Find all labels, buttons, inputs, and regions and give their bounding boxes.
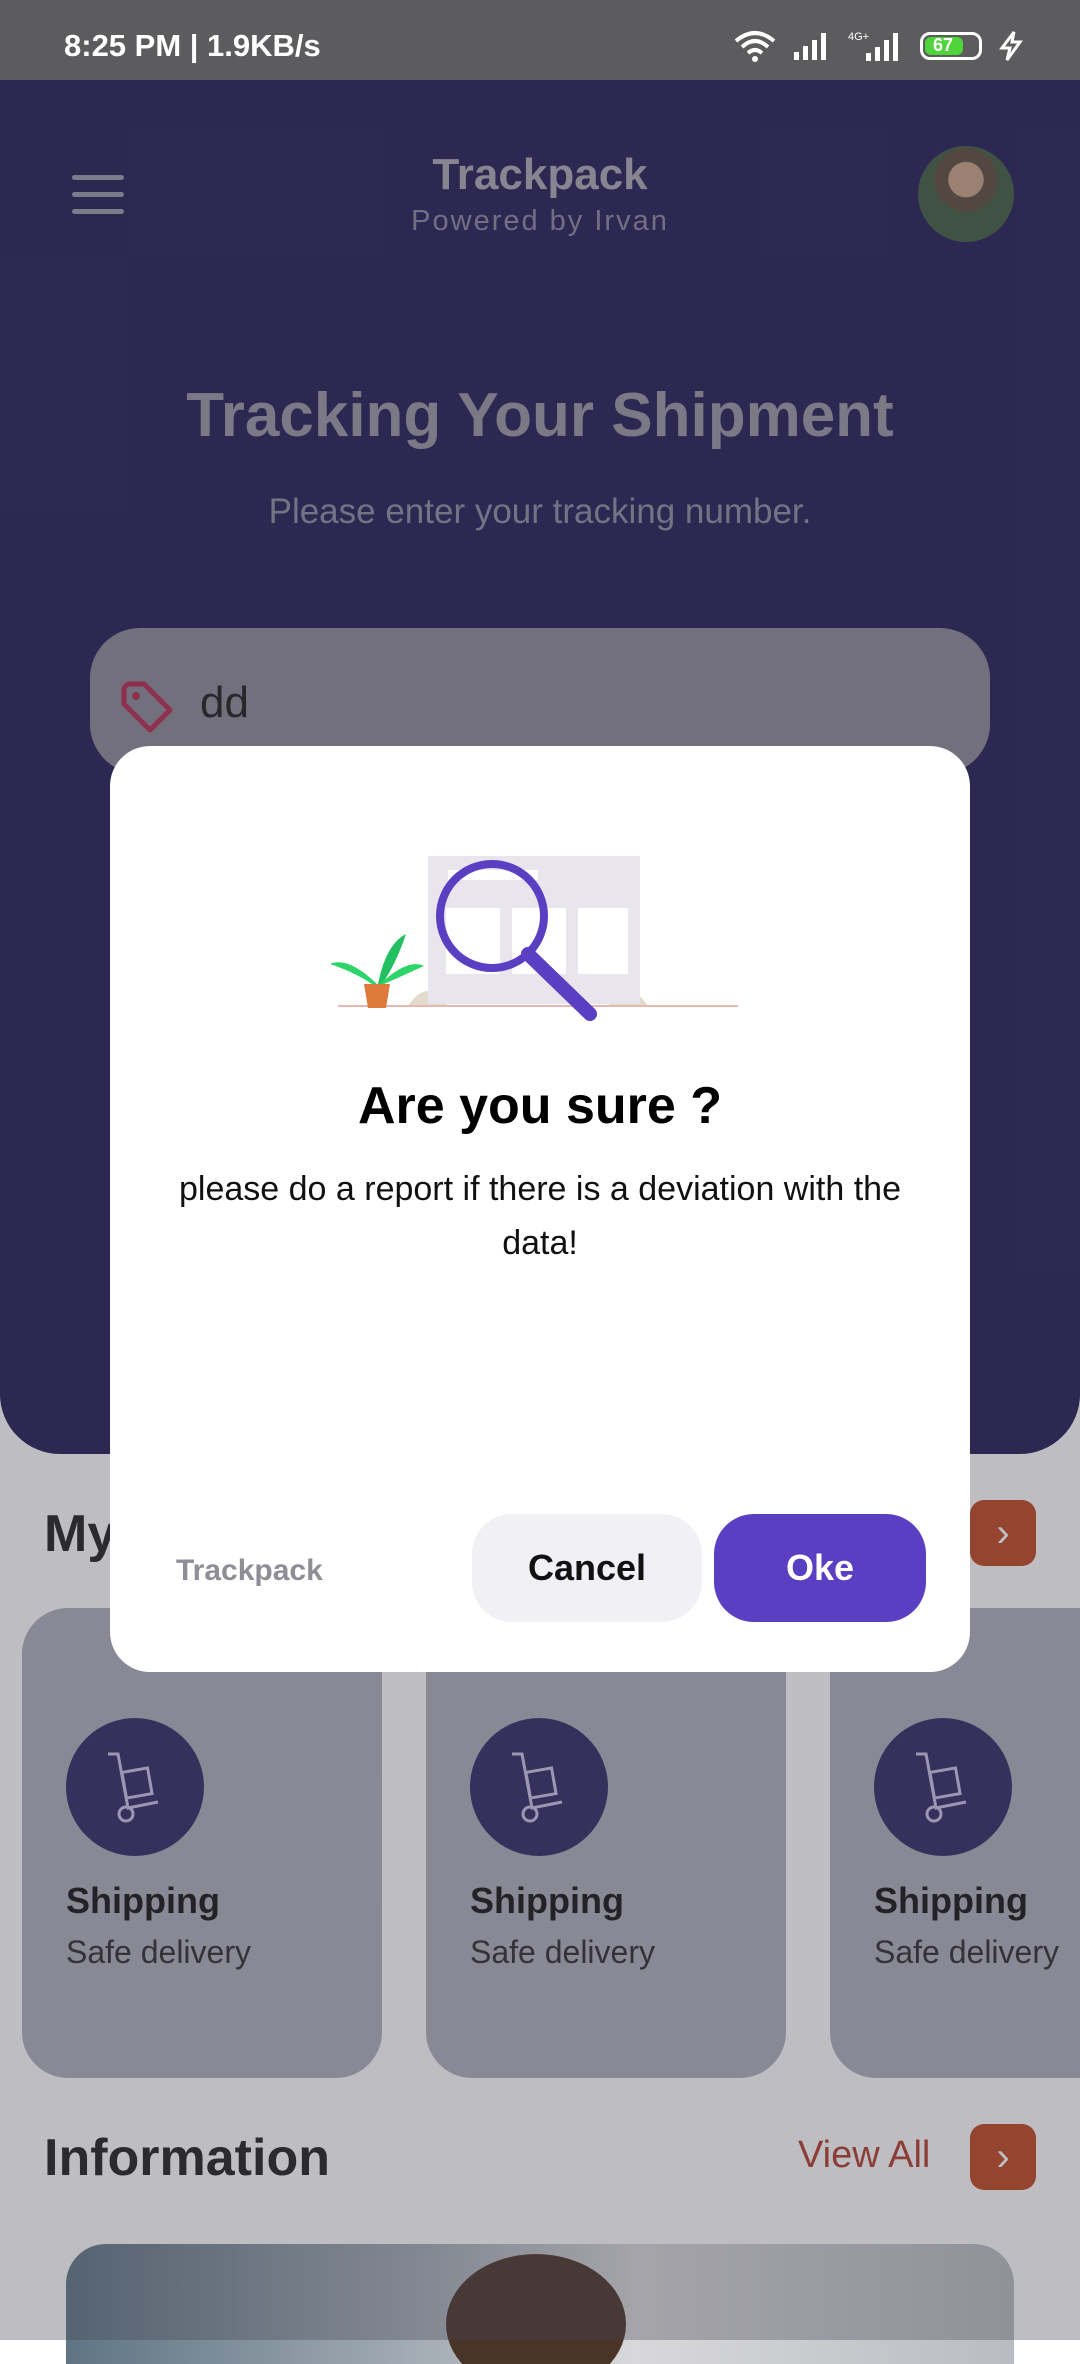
wifi-icon	[734, 31, 776, 62]
status-icons: 4G+ 67	[732, 26, 1026, 66]
signal-4g-icon: 4G+	[848, 31, 898, 61]
battery-icon: 67	[920, 32, 982, 60]
dialog-brand: Trackpack	[176, 1554, 323, 1587]
dialog-title: Are you sure ?	[357, 1077, 723, 1135]
status-bar: 8:25 PM | 1.9KB/s 4G+ 67	[0, 0, 1080, 80]
search-illustration	[328, 856, 748, 1021]
signal-icon	[794, 33, 826, 60]
status-time: 8:25 PM | 1.9KB/s	[64, 28, 321, 63]
cancel-button[interactable]: Cancel	[472, 1514, 702, 1622]
ok-button[interactable]: Oke	[714, 1514, 926, 1622]
svg-text:4G+: 4G+	[848, 31, 869, 43]
charging-icon	[999, 31, 1023, 61]
confirm-dialog: Are you sure ? please do a report if the…	[110, 746, 970, 1672]
battery-level: 67	[933, 35, 954, 55]
dialog-message: please do a report if there is a deviati…	[179, 1170, 901, 1262]
